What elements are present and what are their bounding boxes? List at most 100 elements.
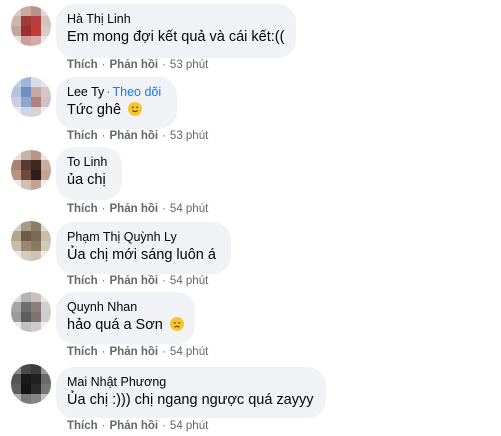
avatar-pixel [41, 170, 51, 180]
avatar-pixel [11, 302, 21, 312]
avatar-pixel [11, 36, 21, 46]
avatar-pixel [11, 160, 21, 170]
avatar-pixel [21, 251, 31, 261]
avatar-pixel [31, 384, 41, 394]
avatar[interactable] [11, 292, 51, 332]
avatar-pixel [41, 384, 51, 394]
avatar-pixel [31, 231, 41, 241]
avatar-pixel [21, 384, 31, 394]
avatar-pixel [11, 16, 21, 26]
avatar-pixel [11, 394, 21, 404]
comment-time[interactable]: 53 phút [170, 130, 208, 142]
avatar-pixel [41, 322, 51, 332]
avatar-pixel [11, 150, 21, 160]
comment-text: hảo quá a Sơn [67, 317, 163, 333]
avatar-pixel [21, 302, 31, 312]
follow-link[interactable]: Theo dõi [112, 85, 161, 99]
like-button[interactable]: Thích [67, 420, 98, 432]
like-button[interactable]: Thích [67, 130, 98, 142]
avatar-pixel [31, 251, 41, 261]
comment-text: Ủa chị mới sáng luôn á [67, 247, 216, 263]
reply-button[interactable]: Phản hồi [110, 275, 159, 287]
avatar-pixel [41, 364, 51, 374]
like-button[interactable]: Thích [67, 203, 98, 215]
avatar-pixel [41, 77, 51, 87]
avatar-pixel [11, 221, 21, 231]
commenter-name[interactable]: Mai Nhật Phương [67, 374, 314, 390]
avatar-pixel [31, 374, 41, 384]
comment-bubble: Lee Ty · Theo dõi Tức ghê [56, 77, 177, 129]
comment-time[interactable]: 54 phút [170, 420, 208, 432]
like-button[interactable]: Thích [67, 275, 98, 287]
comment-actions: Thích · Phản hồi · 54 phút [67, 203, 209, 215]
comment-bubble: Quynh Nhan hảo quá a Sơn [56, 292, 195, 344]
comment-time[interactable]: 54 phút [170, 346, 208, 358]
avatar[interactable] [11, 6, 51, 46]
commenter-name[interactable]: Phạm Thị Quỳnh Ly [67, 229, 219, 245]
avatar-pixel [11, 231, 21, 241]
avatar-pixel [21, 150, 31, 160]
avatar-pixel [21, 231, 31, 241]
avatar-pixel [41, 150, 51, 160]
avatar-pixel [21, 36, 31, 46]
avatar-pixel [41, 231, 51, 241]
avatar-pixel [21, 374, 31, 384]
avatar-pixel [21, 77, 31, 87]
comment-bubble: Hà Thị Linh Em mong đợi kết quả và cái k… [56, 4, 296, 58]
comment-actions: Thích · Phản hồi · 54 phút [67, 346, 209, 358]
reply-button[interactable]: Phản hồi [110, 203, 159, 215]
avatar-pixel [21, 107, 31, 117]
comment-actions: Thích · Phản hồi · 53 phút [67, 59, 209, 71]
avatar-pixel [31, 16, 41, 26]
avatar-pixel [31, 302, 41, 312]
comment-time[interactable]: 53 phút [170, 59, 208, 71]
comment-text: Tức ghê [67, 102, 122, 118]
avatar-pixel [21, 180, 31, 190]
reply-button[interactable]: Phản hồi [110, 346, 159, 358]
like-button[interactable]: Thích [67, 59, 98, 71]
avatar-pixel [41, 87, 51, 97]
avatar-pixel [31, 394, 41, 404]
avatar-pixel [31, 241, 41, 251]
commenter-name-row: Lee Ty · Theo dõi [67, 85, 162, 99]
like-button[interactable]: Thích [67, 346, 98, 358]
comment-bubble: Mai Nhật Phương Ủa chị :))) chị ngang ng… [56, 367, 326, 418]
avatar-pixel [41, 36, 51, 46]
comment-bubble: Phạm Thị Quỳnh Ly Ủa chị mới sáng luôn á [56, 222, 231, 274]
avatar-pixel [41, 160, 51, 170]
avatar[interactable] [11, 364, 51, 404]
avatar-pixel [11, 77, 21, 87]
avatar-pixel [21, 170, 31, 180]
comment-time[interactable]: 54 phút [170, 203, 208, 215]
avatar-pixel [41, 180, 51, 190]
avatar-pixel [31, 26, 41, 36]
comment-actions: Thích · Phản hồi · 53 phút [67, 130, 209, 142]
avatar-pixel [11, 364, 21, 374]
avatar[interactable] [11, 150, 51, 190]
comment-text: Em mong đợi kết quả và cái kết:(( [67, 29, 285, 45]
commenter-name[interactable]: To Linh [67, 154, 110, 170]
avatar-pixel [21, 87, 31, 97]
reply-button[interactable]: Phản hồi [110, 130, 159, 142]
avatar-pixel [41, 107, 51, 117]
reply-button[interactable]: Phản hồi [110, 420, 159, 432]
avatar-pixel [31, 292, 41, 302]
avatar-pixel [41, 394, 51, 404]
avatar[interactable] [11, 221, 51, 261]
avatar-pixel [21, 16, 31, 26]
commenter-name[interactable]: Lee Ty [67, 85, 104, 99]
avatar-pixel [21, 394, 31, 404]
comment-bubble: To Linh ủa chị [56, 147, 122, 200]
avatar-pixel [41, 6, 51, 16]
commenter-name[interactable]: Quynh Nhan [67, 299, 183, 315]
avatar[interactable] [11, 77, 51, 117]
avatar-pixel [41, 241, 51, 251]
avatar-pixel [31, 87, 41, 97]
commenter-name[interactable]: Hà Thị Linh [67, 11, 284, 27]
avatar-pixel [41, 251, 51, 261]
reply-button[interactable]: Phản hồi [110, 59, 159, 71]
avatar-pixel [21, 312, 31, 322]
comment-time[interactable]: 54 phút [170, 275, 208, 287]
comment-text-row: hảo quá a Sơn [67, 316, 184, 335]
avatar-pixel [11, 241, 21, 251]
